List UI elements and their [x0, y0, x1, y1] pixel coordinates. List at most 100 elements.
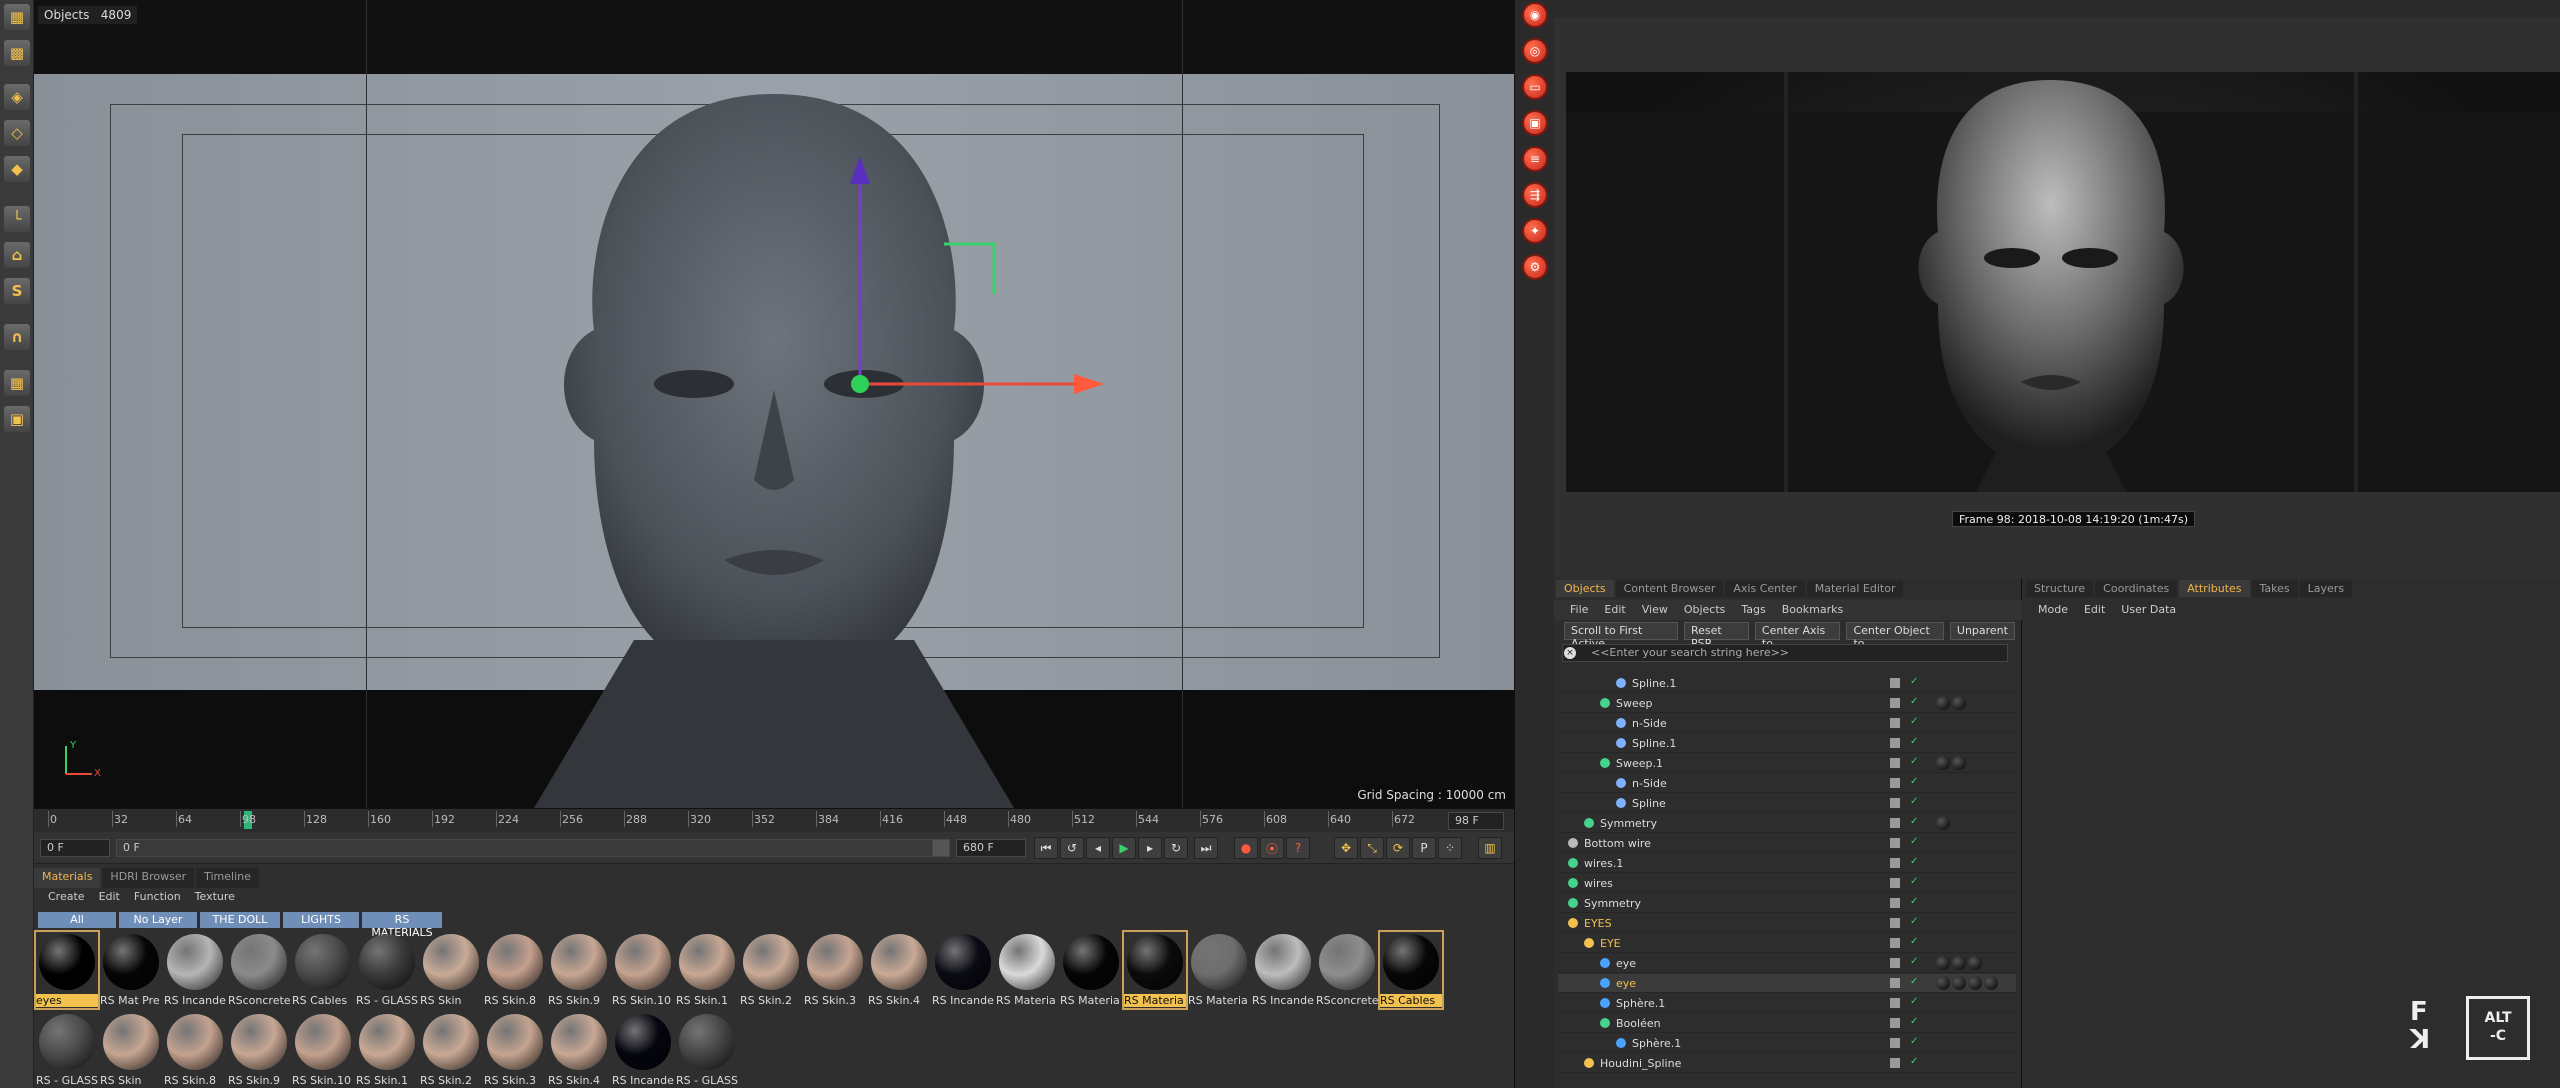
material-swatch[interactable]: RS - GLASS [356, 932, 418, 1008]
layer-color-icon[interactable] [1890, 778, 1900, 788]
render-queue-icon[interactable]: ≡ [1522, 146, 1548, 172]
layer-color-icon[interactable] [1890, 938, 1900, 948]
reset-psr-button[interactable]: Reset PSR [1683, 622, 1749, 650]
enabled-check-icon[interactable]: ✓ [1910, 816, 1918, 827]
menu-user-data[interactable]: User Data [2121, 603, 2176, 620]
unparent-button[interactable]: Unparent [1949, 622, 2015, 640]
material-swatch[interactable]: eyes [34, 930, 100, 1010]
material-tag-icon[interactable] [1984, 976, 1998, 990]
filter-the-doll[interactable]: THE DOLL [200, 912, 280, 928]
render-view-icon[interactable]: ◉ [1522, 2, 1548, 28]
record-icon[interactable]: ● [1234, 837, 1258, 859]
material-swatch[interactable]: RS Incande [164, 932, 226, 1008]
menu-mode[interactable]: Mode [2038, 603, 2068, 620]
material-swatch[interactable]: RS Skin.4 [868, 932, 930, 1008]
enabled-check-icon[interactable]: ✓ [1910, 956, 1918, 967]
scheme-icon[interactable]: ▥ [1478, 837, 1502, 859]
enabled-check-icon[interactable]: ✓ [1910, 936, 1918, 947]
object-row[interactable]: eye ✓ [1558, 954, 2016, 973]
parameter-key-icon[interactable]: P [1412, 837, 1436, 859]
enabled-check-icon[interactable]: ✓ [1910, 776, 1918, 787]
layer-color-icon[interactable] [1890, 818, 1900, 828]
material-swatch[interactable]: RS Materia [1188, 932, 1250, 1008]
material-swatch[interactable]: RS Skin.9 [548, 932, 610, 1008]
material-tag-icon[interactable] [1936, 976, 1950, 990]
range-end-handle[interactable] [932, 839, 950, 857]
material-swatch[interactable]: RS Incande [612, 1012, 674, 1088]
object-row[interactable]: Bottom wire ✓ [1558, 834, 2016, 853]
head-model[interactable] [34, 0, 1514, 808]
material-tag-icon[interactable] [1968, 956, 1982, 970]
center-axis-to-button[interactable]: Center Axis to [1754, 622, 1841, 650]
material-tag-icon[interactable] [1936, 696, 1950, 710]
material-swatch[interactable]: RS Skin.1 [676, 932, 738, 1008]
object-row[interactable]: n-Side ✓ [1558, 714, 2016, 733]
filter-all[interactable]: All [38, 912, 116, 928]
render-output-image[interactable] [1566, 72, 2560, 492]
object-row[interactable]: Sphère.1 ✓ [1558, 994, 2016, 1013]
material-swatch[interactable]: RS Skin.2 [740, 932, 802, 1008]
material-swatch[interactable]: RS Cables [1378, 930, 1444, 1010]
layer-color-icon[interactable] [1890, 958, 1900, 968]
object-row[interactable]: Houdini_Spline ✓ [1558, 1054, 2016, 1073]
menu-create[interactable]: Create [48, 890, 85, 910]
material-swatch[interactable]: RSconcrete [1316, 932, 1378, 1008]
material-swatch[interactable]: RS - GLASS [36, 1012, 98, 1088]
go-to-end-icon[interactable]: ⏭ [1194, 837, 1218, 859]
material-swatch[interactable]: RS Skin [100, 1012, 162, 1088]
layer-color-icon[interactable] [1890, 1038, 1900, 1048]
material-swatch[interactable]: RS Incande [932, 932, 994, 1008]
object-row[interactable]: wires ✓ [1558, 874, 2016, 893]
tab-material-editor[interactable]: Material Editor [1806, 580, 1904, 597]
layer-color-icon[interactable] [1890, 1058, 1900, 1068]
enabled-check-icon[interactable]: ✓ [1910, 976, 1918, 987]
menu-edit[interactable]: Edit [1604, 603, 1625, 620]
enabled-check-icon[interactable]: ✓ [1910, 876, 1918, 887]
material-swatch[interactable]: RS Skin.9 [228, 1012, 290, 1088]
tab-layers[interactable]: Layers [2299, 580, 2353, 597]
enabled-check-icon[interactable]: ✓ [1910, 916, 1918, 927]
position-key-icon[interactable]: ✥ [1334, 837, 1358, 859]
point-level-icon[interactable]: ⁘ [1438, 837, 1462, 859]
go-to-start-icon[interactable]: ⏮ [1034, 837, 1058, 859]
enabled-check-icon[interactable]: ✓ [1910, 896, 1918, 907]
enabled-check-icon[interactable]: ✓ [1910, 1036, 1918, 1047]
layer-color-icon[interactable] [1890, 998, 1900, 1008]
tab-objects[interactable]: Objects [1556, 580, 1614, 597]
redshift-rv-icon[interactable]: ▣ [1522, 110, 1548, 136]
material-tag-icon[interactable] [1936, 756, 1950, 770]
menu-function[interactable]: Function [134, 890, 181, 910]
locked-workplane-icon[interactable]: ▣ [4, 406, 30, 432]
object-row[interactable]: EYE ✓ [1558, 934, 2016, 953]
filter-no-layer[interactable]: No Layer [119, 912, 197, 928]
material-swatch[interactable]: RS Skin.1 [356, 1012, 418, 1088]
enabled-check-icon[interactable]: ✓ [1910, 996, 1918, 1007]
next-key-icon[interactable]: ↻ [1164, 837, 1188, 859]
layer-color-icon[interactable] [1890, 858, 1900, 868]
layer-color-icon[interactable] [1890, 738, 1900, 748]
center-object-to-button[interactable]: Center Object to [1846, 622, 1944, 650]
edge-mode-icon[interactable]: ◇ [4, 120, 30, 146]
texture-mode-icon[interactable]: ▩ [4, 40, 30, 66]
point-mode-icon[interactable]: ◈ [4, 84, 30, 110]
object-row[interactable]: Symmetry ✓ [1558, 814, 2016, 833]
enabled-check-icon[interactable]: ✓ [1910, 696, 1918, 707]
material-swatch[interactable]: RS Skin [420, 932, 482, 1008]
layer-color-icon[interactable] [1890, 1018, 1900, 1028]
material-swatch[interactable]: RS Skin.3 [804, 932, 866, 1008]
layer-color-icon[interactable] [1890, 798, 1900, 808]
material-swatch[interactable]: RS Materia [996, 932, 1058, 1008]
material-swatch[interactable]: RSconcrete [228, 932, 290, 1008]
rotation-key-icon[interactable]: ⟳ [1386, 837, 1410, 859]
previous-frame-icon[interactable]: ◂ [1086, 837, 1110, 859]
menu-view[interactable]: View [1642, 603, 1668, 620]
object-search-input[interactable]: <<Enter your search string here>> [1562, 644, 2008, 662]
material-swatch[interactable]: RS Cables [292, 932, 354, 1008]
object-row[interactable]: Spline.1 ✓ [1558, 674, 2016, 693]
layer-color-icon[interactable] [1890, 918, 1900, 928]
menu-edit[interactable]: Edit [99, 890, 120, 910]
menu-tags[interactable]: Tags [1741, 603, 1765, 620]
tab-hdri-browser[interactable]: HDRI Browser [102, 868, 195, 888]
enabled-check-icon[interactable]: ✓ [1910, 756, 1918, 767]
x-axis-arrow[interactable] [1074, 374, 1104, 394]
